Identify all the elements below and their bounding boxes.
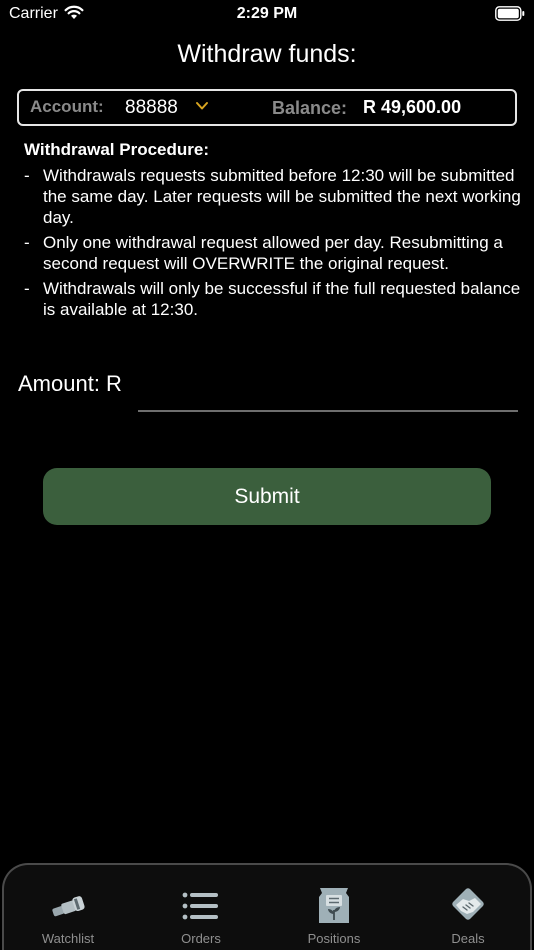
procedure-item: - Withdrawals will only be successful if… bbox=[24, 278, 522, 320]
amount-input[interactable] bbox=[138, 372, 518, 412]
tab-label: Positions bbox=[307, 931, 361, 946]
account-bar: Account: 88888 Balance: R 49,600.00 bbox=[17, 89, 517, 126]
tab-bar: Watchlist Orders Positions Deals bbox=[2, 863, 532, 950]
account-label: Account: bbox=[30, 97, 104, 116]
balance-value: R 49,600.00 bbox=[363, 97, 462, 117]
clock: 2:29 PM bbox=[236, 5, 298, 22]
tab-deals[interactable]: Deals bbox=[408, 887, 528, 946]
tab-label: Deals bbox=[451, 931, 485, 946]
procedure-item-text: Withdrawals requests submitted before 12… bbox=[43, 166, 521, 227]
status-bar: Carrier 2:29 PM bbox=[0, 0, 534, 28]
procedure-item: - Withdrawals requests submitted before … bbox=[24, 165, 522, 228]
procedure-heading: Withdrawal Procedure: bbox=[24, 140, 209, 159]
tab-positions[interactable]: Positions bbox=[274, 887, 394, 946]
battery-icon bbox=[495, 6, 525, 21]
bullet-dash: - bbox=[24, 279, 30, 298]
bullet-dash: - bbox=[24, 233, 30, 252]
submit-button[interactable]: Submit bbox=[43, 468, 491, 525]
tab-orders[interactable]: Orders bbox=[141, 887, 261, 946]
bullet-dash: - bbox=[24, 166, 30, 185]
amount-label: Amount: R bbox=[18, 371, 122, 396]
telescope-icon bbox=[52, 896, 85, 917]
seed-bag-icon bbox=[319, 888, 349, 923]
procedure-item-text: Withdrawals will only be successful if t… bbox=[43, 279, 521, 319]
chevron-down-icon[interactable] bbox=[195, 100, 209, 112]
account-selector[interactable]: 88888 bbox=[125, 97, 178, 119]
balance-label: Balance: bbox=[272, 98, 348, 118]
page-title: Withdraw funds: bbox=[177, 40, 357, 68]
tab-watchlist[interactable]: Watchlist bbox=[8, 887, 128, 946]
tab-label: Watchlist bbox=[41, 931, 95, 946]
procedure-item-text: Only one withdrawal request allowed per … bbox=[43, 233, 503, 273]
handshake-icon bbox=[452, 888, 484, 920]
tab-label: Orders bbox=[181, 931, 221, 946]
list-icon bbox=[182, 892, 218, 920]
procedure-item: - Only one withdrawal request allowed pe… bbox=[24, 232, 522, 274]
procedure-list: - Withdrawals requests submitted before … bbox=[24, 165, 522, 324]
